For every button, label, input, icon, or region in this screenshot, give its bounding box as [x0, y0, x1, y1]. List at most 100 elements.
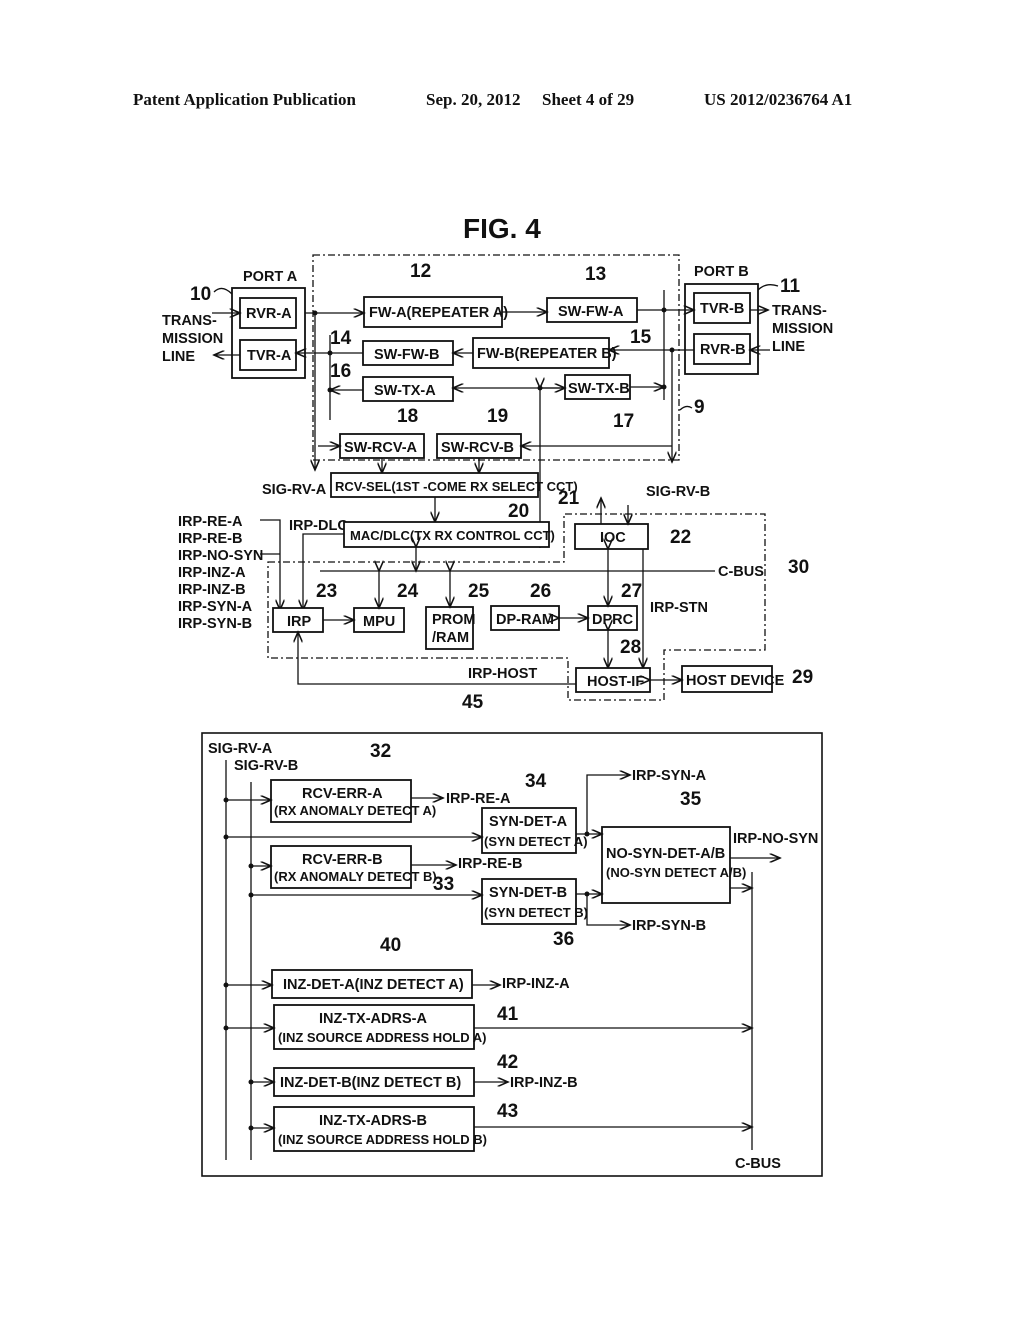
dprc-label: DPRC [592, 612, 634, 628]
ref-16: 16 [330, 361, 351, 382]
syn-det-a-l1: SYN-DET-A [489, 814, 568, 830]
ref-17: 17 [613, 411, 634, 432]
prom-ram-label-1: PROM [432, 612, 476, 628]
mon-c-bus-label: C-BUS [735, 1156, 781, 1172]
rcv-err-b-l2: (RX ANOMALY DETECT B) [274, 869, 437, 884]
rcv-err-a-l2: (RX ANOMALY DETECT A) [274, 803, 436, 818]
sw-tx-a-label: SW-TX-A [374, 383, 436, 399]
irp-input: IRP-NO-SYN [178, 548, 263, 564]
tx-line-left-1: TRANS- [162, 313, 217, 329]
tx-line-left-3: LINE [162, 349, 195, 365]
ref-28: 28 [620, 637, 641, 658]
irp-syn-b-label: IRP-SYN-B [632, 918, 706, 934]
ref-30: 30 [788, 557, 809, 578]
ref-19: 19 [487, 406, 508, 427]
port-b-label: PORT B [694, 264, 749, 280]
tvr-a-label: TVR-A [247, 348, 292, 364]
syn-det-a-l2: (SYN DETECT A) [484, 834, 588, 849]
mon-sig-rv-a: SIG-RV-A [208, 741, 273, 757]
sig-rv-b-label: SIG-RV-B [646, 484, 710, 500]
sw-rcv-a-label: SW-RCV-A [344, 440, 418, 456]
syn-det-b-l2: (SYN DETECT B) [484, 905, 588, 920]
tx-line-right-3: LINE [772, 339, 805, 355]
ref-24: 24 [397, 581, 419, 602]
sw-fw-a-label: SW-FW-A [558, 304, 624, 320]
inz-tx-b-l1: INZ-TX-ADRS-B [319, 1113, 427, 1129]
rvr-a-label: RVR-A [246, 306, 292, 322]
ref-35: 35 [680, 789, 702, 810]
mon-sig-rv-b: SIG-RV-B [234, 758, 298, 774]
ref-13: 13 [585, 264, 606, 285]
ref-22: 22 [670, 527, 691, 548]
prom-ram-label-2: /RAM [432, 630, 469, 646]
sig-rv-a-label: SIG-RV-A [262, 482, 327, 498]
sw-rcv-b-label: SW-RCV-B [441, 440, 514, 456]
no-syn-l2: (NO-SYN DETECT A/B) [606, 865, 746, 880]
syn-det-b-l1: SYN-DET-B [489, 885, 567, 901]
ref-18: 18 [397, 406, 418, 427]
irp-re-a-label: IRP-RE-A [446, 791, 511, 807]
irp-input-list: IRP-RE-A IRP-RE-B IRP-NO-SYN IRP-INZ-A I… [178, 514, 263, 632]
tx-line-left-2: MISSION [162, 331, 223, 347]
irp-input: IRP-RE-B [178, 531, 242, 547]
ref-27: 27 [621, 581, 642, 602]
host-if-label: HOST-IF [587, 674, 644, 690]
sw-fw-b-label: SW-FW-B [374, 347, 439, 363]
ref-20: 20 [508, 501, 529, 522]
ref-41: 41 [497, 1004, 519, 1025]
ref-9: 9 [694, 397, 705, 418]
ref-42: 42 [497, 1052, 518, 1073]
fw-b-label: FW-B(REPEATER B) [477, 346, 617, 362]
sw-tx-b-label: SW-TX-B [568, 381, 630, 397]
irp-host-label: IRP-HOST [468, 666, 537, 682]
rvr-b-label: RVR-B [700, 342, 746, 358]
irp-input: IRP-SYN-A [178, 599, 253, 615]
irp-inz-a-label: IRP-INZ-A [502, 976, 570, 992]
ref-43: 43 [497, 1101, 518, 1122]
irp-input: IRP-INZ-B [178, 582, 246, 598]
tvr-b-label: TVR-B [700, 301, 744, 317]
host-device-label: HOST DEVICE [686, 673, 785, 689]
irp-no-syn-label: IRP-NO-SYN [733, 831, 818, 847]
irp-dlc-label: IRP-DLC [289, 518, 348, 534]
ref-23: 23 [316, 581, 337, 602]
ref-12: 12 [410, 261, 431, 282]
rcv-err-a-l1: RCV-ERR-A [302, 786, 383, 802]
ref-21: 21 [558, 488, 580, 509]
rcv-sel-label: RCV-SEL(1ST -COME RX SELECT CCT) [335, 479, 578, 494]
ref-34: 34 [525, 771, 547, 792]
ref-33-num: 33 [433, 874, 454, 895]
mac-dlc-label: MAC/DLC(TX RX CONTROL CCT) [350, 528, 555, 543]
ioc-label: IOC [600, 530, 626, 546]
tx-line-right-2: MISSION [772, 321, 833, 337]
irp-syn-a-label: IRP-SYN-A [632, 768, 707, 784]
inz-det-a-label: INZ-DET-A(INZ DETECT A) [283, 977, 464, 993]
ref-32: 32 [370, 741, 391, 762]
inz-tx-b-l2: (INZ SOURCE ADDRESS HOLD B) [278, 1132, 487, 1147]
irp-input: IRP-RE-A [178, 514, 243, 530]
ref-29: 29 [792, 667, 813, 688]
dp-ram-label: DP-RAM [496, 612, 554, 628]
mpu-label: MPU [363, 614, 395, 630]
irp-input: IRP-INZ-A [178, 565, 246, 581]
ref-11: 11 [780, 276, 801, 297]
ref-15: 15 [630, 327, 652, 348]
inz-tx-a-l2: (INZ SOURCE ADDRESS HOLD A) [278, 1030, 486, 1045]
ref-40: 40 [380, 935, 401, 956]
ref-14: 14 [330, 328, 352, 349]
ref-26: 26 [530, 581, 551, 602]
ref-10: 10 [190, 284, 211, 305]
ref-36: 36 [553, 929, 574, 950]
tx-line-right-1: TRANS- [772, 303, 827, 319]
irp-inz-b-label: IRP-INZ-B [510, 1075, 578, 1091]
inz-det-b-label: INZ-DET-B(INZ DETECT B) [280, 1075, 461, 1091]
irp-re-b-label: IRP-RE-B [458, 856, 522, 872]
irp-stn-label: IRP-STN [650, 600, 708, 616]
figure-title: FIG. 4 [463, 213, 541, 244]
no-syn-l1: NO-SYN-DET-A/B [606, 846, 725, 862]
block-diagram: FIG. 4 9 PORT A 10 RVR-A TVR-A TRANS- MI… [162, 213, 833, 1177]
ref-25: 25 [468, 581, 490, 602]
port-a-label: PORT A [243, 269, 298, 285]
ref-45: 45 [462, 692, 484, 713]
irp-input: IRP-SYN-B [178, 616, 252, 632]
